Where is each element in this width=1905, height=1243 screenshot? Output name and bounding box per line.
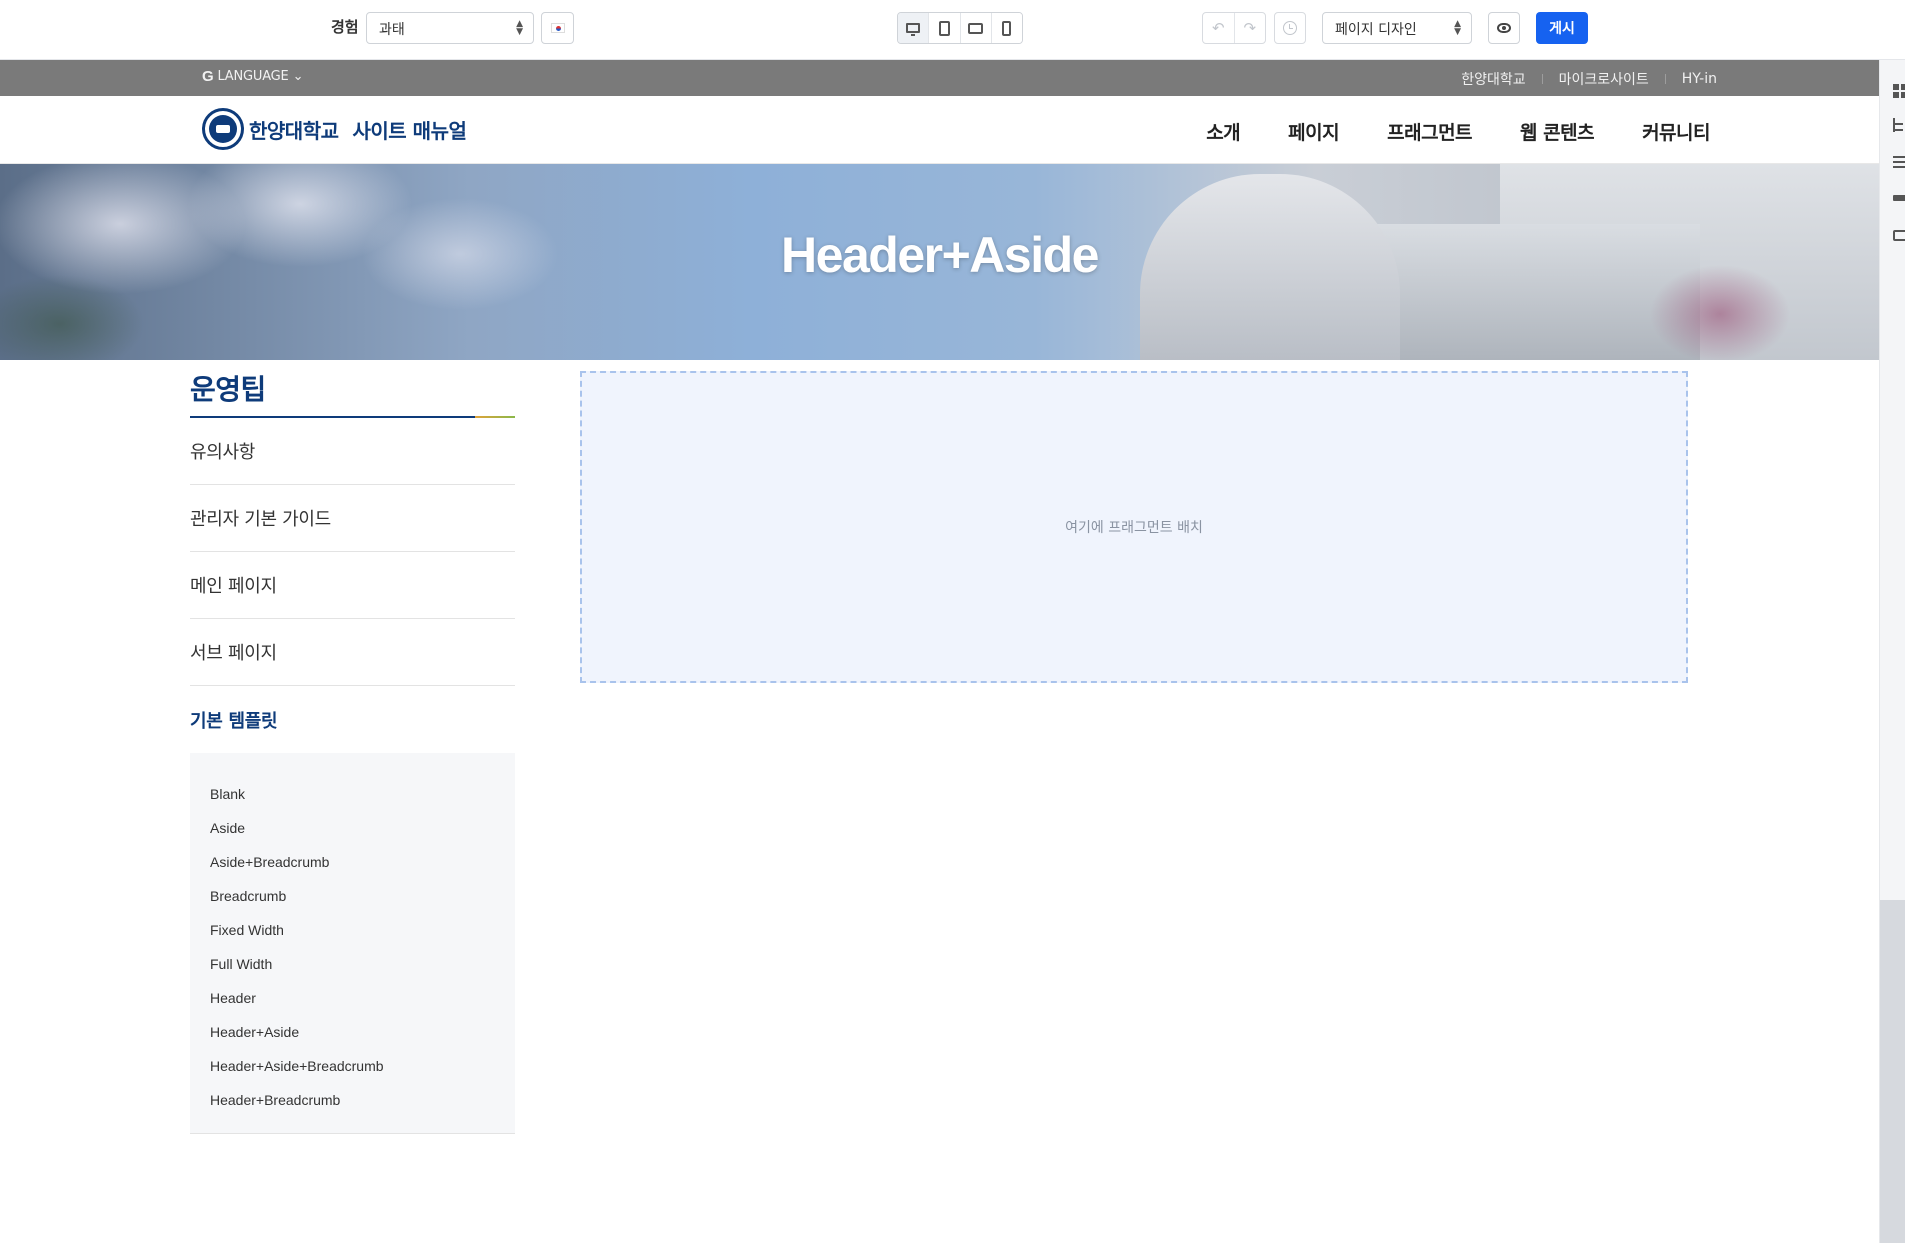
- aside-title-rule: [190, 416, 515, 418]
- list-icon[interactable]: [1893, 156, 1905, 170]
- mode-select[interactable]: 페이지 디자인 ▲ ▼: [1322, 12, 1472, 44]
- divider: [1541, 74, 1543, 84]
- submenu-item[interactable]: Header+Aside: [210, 1015, 515, 1049]
- kr-flag-icon: [551, 23, 565, 33]
- undo-icon: ↶: [1211, 19, 1225, 37]
- logo-subtitle: 사이트 매뉴얼: [352, 118, 467, 143]
- right-sidebar-rail: [1879, 60, 1905, 1243]
- phone-icon: [1002, 20, 1012, 36]
- nav-item-fragment[interactable]: 프래그먼트: [1387, 118, 1472, 145]
- aside-item-notes[interactable]: 유의사항: [190, 418, 515, 485]
- experience-value: 과태: [379, 22, 405, 38]
- submenu-item[interactable]: Blank: [210, 777, 515, 811]
- site-header: 한양대학교 사이트 매뉴얼 소개 페이지 프래그먼트 웹 콘텐츠 커뮤니티: [0, 96, 1879, 164]
- language-label: LANGUAGE: [217, 69, 289, 84]
- google-translate-icon: G: [202, 68, 214, 85]
- experience-select[interactable]: 과태 ▲ ▼: [366, 12, 534, 44]
- phone-view-button[interactable]: [991, 13, 1022, 43]
- logo-name: 한양대학교: [249, 118, 339, 143]
- scrollbar-thumb[interactable]: [1880, 900, 1905, 1243]
- nav-item-intro[interactable]: 소개: [1206, 118, 1240, 145]
- device-preview-group: [897, 12, 1023, 44]
- page-structure-icon[interactable]: [1893, 118, 1905, 132]
- select-arrows-icon: ▲ ▼: [516, 19, 523, 37]
- submenu-item[interactable]: Header: [210, 981, 515, 1015]
- submenu-item[interactable]: Header+Aside+Breadcrumb: [210, 1049, 515, 1083]
- language-selector[interactable]: G LANGUAGE ⌄: [202, 68, 303, 85]
- utility-link-microsite[interactable]: 마이크로사이트: [1559, 69, 1649, 89]
- aside-item-sub-page[interactable]: 서브 페이지: [190, 619, 515, 686]
- utility-bar: G LANGUAGE ⌄ 한양대학교 마이크로사이트 HY-in: [0, 60, 1879, 96]
- aside-menu: 운영팁 유의사항 관리자 기본 가이드 메인 페이지 서브 페이지 기본 템플릿…: [190, 368, 515, 1134]
- site-logo[interactable]: 한양대학교 사이트 매뉴얼: [202, 108, 467, 150]
- desktop-view-button[interactable]: [898, 13, 930, 43]
- preview-button[interactable]: [1488, 12, 1520, 44]
- nav-item-page[interactable]: 페이지: [1288, 118, 1339, 145]
- publish-button[interactable]: 게시: [1536, 12, 1588, 44]
- aside-title: 운영팁: [190, 373, 266, 406]
- utility-link-hyin[interactable]: HY-in: [1682, 71, 1717, 87]
- aside-item-admin-guide[interactable]: 관리자 기본 가이드: [190, 485, 515, 552]
- divider: [1664, 74, 1666, 84]
- history-group: ↶ ↷: [1202, 12, 1266, 44]
- eye-icon: [1497, 23, 1511, 33]
- submenu-item[interactable]: Header+Breadcrumb: [210, 1083, 515, 1117]
- hero-banner: Header+Aside: [0, 164, 1879, 360]
- mode-value: 페이지 디자인: [1335, 22, 1417, 38]
- aside-item-main-page[interactable]: 메인 페이지: [190, 552, 515, 619]
- submenu-item[interactable]: Full Width: [210, 947, 515, 981]
- tablet-landscape-view-button[interactable]: [960, 13, 992, 43]
- desktop-icon: [906, 23, 921, 36]
- tablet-landscape-icon: [968, 22, 984, 34]
- fragments-grid-icon[interactable]: [1893, 84, 1905, 98]
- chevron-down-icon: ⌄: [292, 69, 304, 84]
- submenu-item[interactable]: Aside: [210, 811, 515, 845]
- hero-title: Header+Aside: [781, 227, 1099, 283]
- utility-link-hanyang[interactable]: 한양대학교: [1461, 69, 1525, 89]
- redo-icon: ↷: [1243, 19, 1257, 37]
- redo-button[interactable]: ↷: [1235, 13, 1266, 43]
- university-emblem-icon: [202, 108, 244, 150]
- dropzone-hint: 여기에 프래그먼트 배치: [1065, 520, 1203, 536]
- tablet-icon: [938, 20, 950, 36]
- history-button[interactable]: [1274, 12, 1306, 44]
- submenu-item[interactable]: Fixed Width: [210, 913, 515, 947]
- submenu-item[interactable]: Breadcrumb: [210, 879, 515, 913]
- tablet-view-button[interactable]: [929, 13, 961, 43]
- fragment-dropzone[interactable]: 여기에 프래그먼트 배치: [580, 371, 1688, 683]
- comments-icon[interactable]: [1893, 230, 1905, 241]
- undo-button[interactable]: ↶: [1203, 13, 1235, 43]
- nav-item-community[interactable]: 커뮤니티: [1642, 118, 1710, 145]
- language-flag-button[interactable]: [541, 12, 574, 44]
- editor-toolbar: 경험 과태 ▲ ▼ ↶ ↷ 페이지 디자인 ▲ ▼ 게시: [0, 0, 1905, 60]
- clock-icon: [1283, 21, 1297, 35]
- paint-brush-icon[interactable]: [1893, 195, 1905, 201]
- submenu-item[interactable]: Aside+Breadcrumb: [210, 845, 515, 879]
- select-arrows-icon: ▲ ▼: [1454, 19, 1461, 37]
- aside-submenu: Blank Aside Aside+Breadcrumb Breadcrumb …: [190, 753, 515, 1134]
- experience-label: 경험: [331, 18, 359, 36]
- main-nav: 소개 페이지 프래그먼트 웹 콘텐츠 커뮤니티: [1206, 118, 1710, 145]
- aside-item-basic-template[interactable]: 기본 템플릿: [190, 686, 515, 753]
- nav-item-web-content[interactable]: 웹 콘텐츠: [1520, 118, 1595, 145]
- utility-links: 한양대학교 마이크로사이트 HY-in: [1461, 69, 1717, 89]
- editor-root: 경험 과태 ▲ ▼ ↶ ↷ 페이지 디자인 ▲ ▼ 게시 G LANGUAGE …: [0, 0, 1905, 1243]
